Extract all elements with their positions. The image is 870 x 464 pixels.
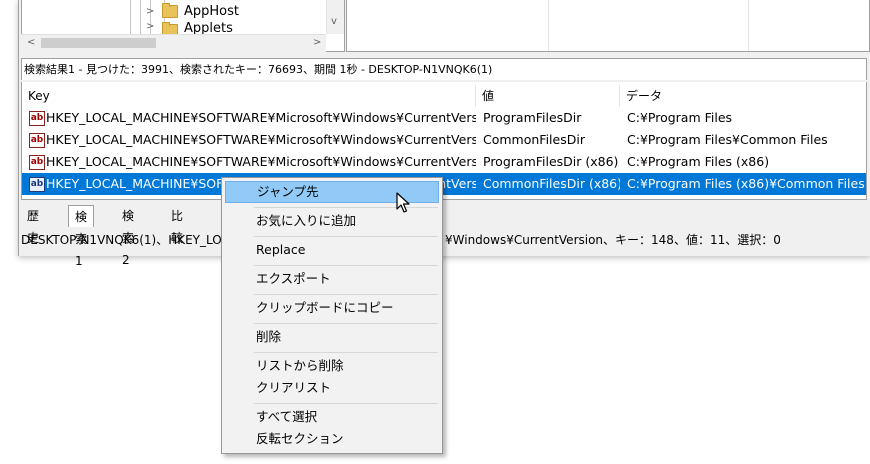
string-value-icon: ab (29, 177, 45, 192)
scroll-down-arrow-icon[interactable]: v (331, 16, 337, 27)
menu-item-replace[interactable]: Replace (225, 239, 439, 261)
row-key: HKEY_LOCAL_MACHINE¥SOFTWARE¥Microsoft¥Wi… (46, 132, 476, 147)
menu-separator (254, 294, 438, 295)
row-key: HKEY_LOCAL_MACHINE¥SOFTWARE¥Microsoft¥Wi… (46, 110, 476, 125)
tab-search2[interactable]: 検索2 (116, 205, 140, 267)
row-value: ProgramFilesDir (x86) (483, 154, 619, 169)
tree-item-apphost[interactable]: > AppHost (146, 2, 239, 20)
menu-item-clear-list[interactable]: クリアリスト (225, 377, 439, 399)
status-bar-left: DESKTOP-N1VNQK6(1)、HKEY_LO (21, 233, 222, 247)
column-header-data[interactable]: データ (620, 85, 866, 107)
mouse-cursor-icon (396, 192, 410, 213)
menu-item-copy-clipboard[interactable]: クリップボードにコピー (225, 297, 439, 319)
tab-history[interactable]: 歴史 (21, 205, 45, 245)
column-divider (548, 0, 549, 51)
table-row[interactable]: ab HKEY_LOCAL_MACHINE¥SOFTWARE¥Microsoft… (22, 107, 866, 129)
tree-horizontal-scrollbar[interactable]: < > (21, 34, 326, 52)
column-header-value[interactable]: 値 (476, 85, 620, 107)
row-data: C:¥Program Files (x86)¥Common Files (627, 176, 865, 191)
string-value-icon: ab (29, 155, 45, 170)
menu-separator (254, 352, 438, 353)
chevron-right-icon[interactable]: > (146, 21, 156, 32)
values-pane[interactable] (346, 0, 870, 52)
row-value: CommonFilesDir (x86) (483, 176, 620, 191)
scrollbar-thumb[interactable] (41, 38, 156, 48)
column-divider (748, 0, 749, 51)
row-key: HKEY_LOCAL_MACHINE¥SOFTWARE¥Microsoft¥Wi… (46, 154, 476, 169)
string-value-icon: ab (29, 111, 45, 126)
row-data: C:¥Program Files (627, 110, 733, 125)
menu-separator (254, 207, 438, 208)
folder-icon (162, 22, 178, 34)
row-data: C:¥Program Files¥Common Files (627, 132, 828, 147)
row-data: C:¥Program Files (x86) (627, 154, 770, 169)
list-header: Key 値 データ (22, 85, 866, 107)
menu-item-export[interactable]: エクスポート (225, 268, 439, 290)
tree-guide-line (130, 0, 131, 34)
scroll-right-arrow-icon[interactable]: > (313, 37, 321, 48)
row-value: ProgramFilesDir (483, 110, 582, 125)
tree-vertical-scrollbar[interactable]: v (326, 0, 344, 34)
column-header-key[interactable]: Key (22, 85, 476, 107)
table-row-selected[interactable]: ab HKEY_LOCAL_MACHINE¥SOFTWARE¥Microsoft… (22, 173, 866, 195)
menu-item-remove-from-list[interactable]: リストから削除 (225, 355, 439, 377)
status-bar: DESKTOP-N1VNQK6(1)、HKEY_LO ¥Windows¥Curr… (21, 229, 867, 251)
table-row[interactable]: ab HKEY_LOCAL_MACHINE¥SOFTWARE¥Microsoft… (22, 151, 866, 173)
tree-item-label: AppHost (184, 3, 239, 19)
tree-item-applets[interactable]: > Applets (146, 21, 233, 34)
scroll-left-arrow-icon[interactable]: < (27, 37, 35, 48)
menu-separator (254, 236, 438, 237)
folder-icon (162, 2, 178, 18)
tab-compare[interactable]: 比較 (165, 205, 189, 245)
string-value-icon: ab (29, 133, 45, 148)
search-results-list[interactable]: Key 値 データ ab HKEY_LOCAL_MACHINE¥SOFTWARE… (21, 82, 867, 200)
tree-guide-line (140, 0, 141, 34)
row-value: CommonFilesDir (483, 132, 585, 147)
status-bar-right: ¥Windows¥CurrentVersion、キー：148、値：11、選択：0 (445, 233, 781, 247)
menu-item-invert-selection[interactable]: 反転セクション (225, 428, 439, 450)
menu-item-select-all[interactable]: すべて選択 (225, 406, 439, 428)
menu-separator (254, 403, 438, 404)
menu-separator (254, 323, 438, 324)
tree-item-label: Applets (184, 21, 233, 34)
tab-search1[interactable]: 検索1 (68, 205, 95, 268)
context-menu: ジャンプ先 お気に入りに追加 Replace エクスポート クリップボードにコピ… (221, 177, 443, 454)
search-result-summary: 検索結果1 - 見つけた：3991、検索されたキー：76693、期間 1秒 - … (21, 58, 867, 80)
menu-item-delete[interactable]: 削除 (225, 326, 439, 348)
table-row[interactable]: ab HKEY_LOCAL_MACHINE¥SOFTWARE¥Microsoft… (22, 129, 866, 151)
chevron-right-icon[interactable]: > (146, 6, 156, 17)
menu-separator (254, 265, 438, 266)
